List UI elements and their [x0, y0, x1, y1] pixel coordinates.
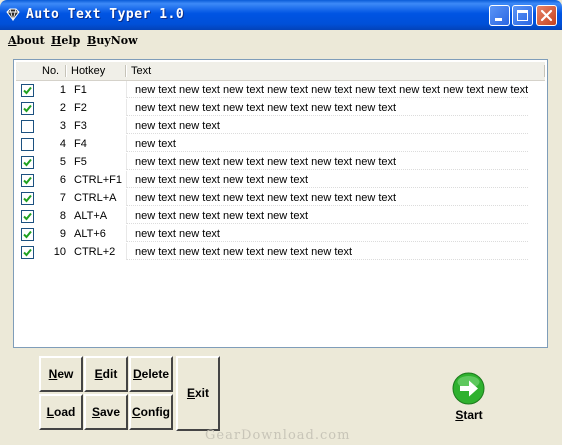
- row-number: 2: [59, 102, 66, 114]
- checkmark-icon: [23, 176, 32, 185]
- checkmark-icon: [23, 104, 32, 113]
- row-hotkey: CTRL+2: [74, 246, 116, 258]
- delete-button[interactable]: Delete: [129, 356, 173, 392]
- table-row[interactable]: 1 F1 new text new text new text new text n…: [16, 81, 528, 99]
- checkmark-icon: [23, 194, 32, 203]
- list-header: No. Hotkey Text: [16, 62, 546, 81]
- row-text: new text new text: [126, 117, 528, 134]
- save-button[interactable]: Save: [84, 394, 128, 430]
- row-checkbox[interactable]: [21, 138, 34, 151]
- row-checkbox[interactable]: [21, 174, 34, 187]
- title-bar[interactable]: Auto Text Typer 1.0: [0, 0, 562, 30]
- row-number: 4: [59, 138, 66, 150]
- row-checkbox[interactable]: [21, 228, 34, 241]
- row-number: 5: [59, 156, 66, 168]
- row-text: new text new text new text new text: [126, 207, 528, 224]
- menu-help[interactable]: Help: [51, 34, 80, 47]
- checkmark-icon: [23, 212, 32, 221]
- row-hotkey: ALT+A: [74, 210, 108, 222]
- row-text: new text new text new text new text new …: [126, 243, 528, 260]
- row-text: new text new text new text new text: [126, 171, 528, 188]
- table-row[interactable]: 3 F3 new text new text: [16, 117, 528, 135]
- row-hotkey: CTRL+F1: [74, 174, 122, 186]
- checkmark-icon: [23, 230, 32, 239]
- row-checkbox[interactable]: [21, 210, 34, 223]
- exit-button[interactable]: Exit: [176, 356, 220, 431]
- menu-bar: About Help BuyNow: [0, 30, 562, 49]
- row-number: 7: [59, 192, 66, 204]
- minimize-button[interactable]: [489, 5, 510, 26]
- row-number: 3: [59, 120, 66, 132]
- new-button[interactable]: New: [39, 356, 83, 392]
- close-icon: [540, 9, 553, 22]
- load-button[interactable]: Load: [39, 394, 83, 430]
- checkmark-icon: [23, 248, 32, 257]
- row-hotkey: F2: [74, 102, 87, 114]
- row-text: new text new text new text new text new …: [126, 99, 528, 116]
- edit-button[interactable]: Edit: [84, 356, 128, 392]
- row-text: new text new text new text new text new …: [126, 189, 528, 206]
- row-text: new text: [126, 135, 528, 152]
- start-arrow-icon: [452, 372, 485, 405]
- row-text: new text new text new text new text new …: [126, 81, 528, 98]
- row-number: 6: [59, 174, 66, 186]
- app-icon: [6, 8, 20, 21]
- row-text: new text new text new text new text new …: [126, 153, 528, 170]
- window-title: Auto Text Typer 1.0: [26, 7, 185, 22]
- header-text[interactable]: Text: [131, 62, 151, 80]
- table-row[interactable]: 6 CTRL+F1 new text new text new text new t…: [16, 171, 528, 189]
- checkmark-icon: [23, 158, 32, 167]
- table-row[interactable]: 2 F2 new text new text new text new text n…: [16, 99, 528, 117]
- table-row[interactable]: 7 CTRL+A new text new text new text new te…: [16, 189, 528, 207]
- table-row[interactable]: 9 ALT+6 new text new text: [16, 225, 528, 243]
- minimize-icon: [495, 18, 502, 21]
- row-hotkey: F1: [74, 84, 87, 96]
- row-checkbox[interactable]: [21, 192, 34, 205]
- hotkey-list[interactable]: No. Hotkey Text 1 F1 new text new text new…: [13, 59, 548, 348]
- row-hotkey: F3: [74, 120, 87, 132]
- table-row[interactable]: 5 F5 new text new text new text new text n…: [16, 153, 528, 171]
- row-hotkey: CTRL+A: [74, 192, 117, 204]
- watermark: GearDownload.com: [205, 428, 351, 443]
- close-button[interactable]: [536, 5, 557, 26]
- start-button[interactable]: Start: [449, 372, 489, 424]
- header-hotkey[interactable]: Hotkey: [71, 62, 105, 80]
- row-number: 9: [59, 228, 66, 240]
- row-text: new text new text: [126, 225, 528, 242]
- table-row[interactable]: 10 CTRL+2 new text new text new text new t…: [16, 243, 528, 261]
- table-row[interactable]: 4 F4 new text: [16, 135, 528, 153]
- row-number: 8: [59, 210, 66, 222]
- row-checkbox[interactable]: [21, 84, 34, 97]
- maximize-button[interactable]: [512, 5, 533, 26]
- checkmark-icon: [23, 86, 32, 95]
- menu-buynow[interactable]: BuyNow: [87, 34, 138, 47]
- config-button[interactable]: Config: [129, 394, 173, 430]
- maximize-icon: [517, 10, 528, 21]
- table-row[interactable]: 8 ALT+A new text new text new text new tex…: [16, 207, 528, 225]
- menu-about[interactable]: About: [8, 34, 45, 47]
- row-checkbox[interactable]: [21, 102, 34, 115]
- row-checkbox[interactable]: [21, 156, 34, 169]
- row-checkbox[interactable]: [21, 246, 34, 259]
- row-checkbox[interactable]: [21, 120, 34, 133]
- start-label: Start: [455, 408, 483, 422]
- row-hotkey: ALT+6: [74, 228, 106, 240]
- row-number: 1: [59, 84, 66, 96]
- row-hotkey: F5: [74, 156, 87, 168]
- row-number: 10: [53, 246, 66, 258]
- row-hotkey: F4: [74, 138, 87, 150]
- header-no[interactable]: No.: [42, 62, 59, 80]
